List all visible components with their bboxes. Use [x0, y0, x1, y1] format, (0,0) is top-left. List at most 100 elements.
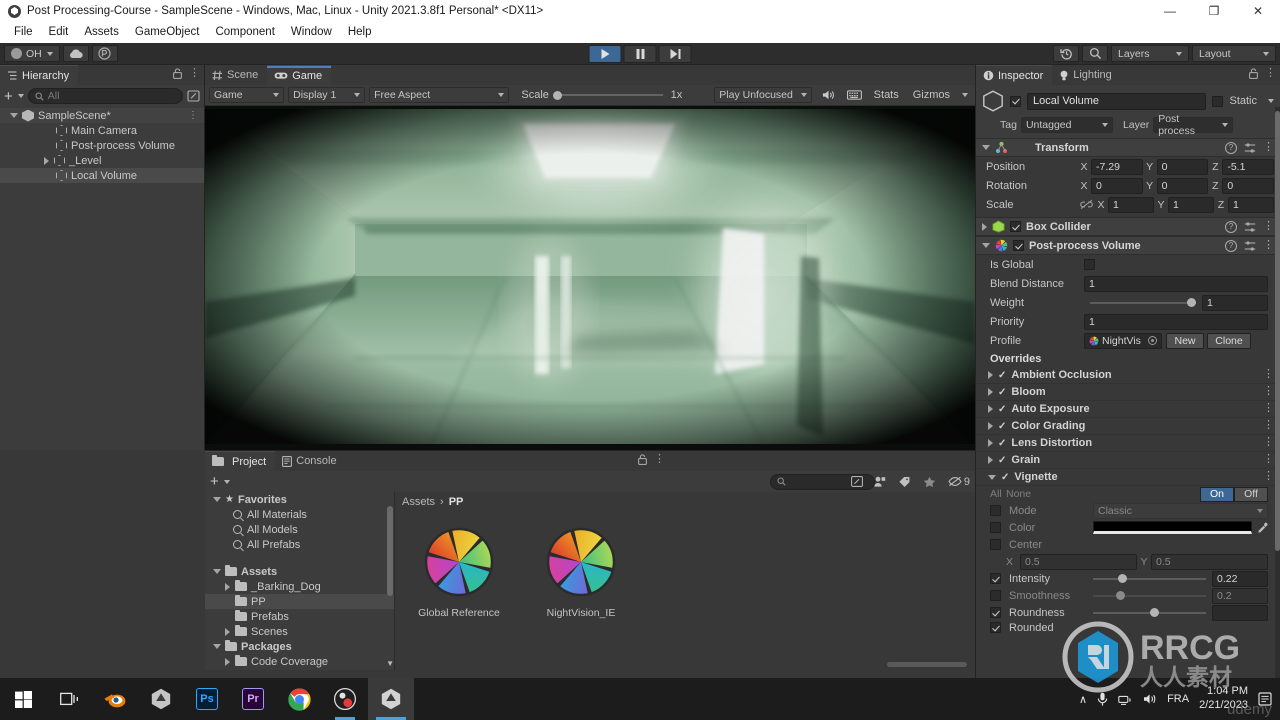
weight-input[interactable]: 1: [1202, 294, 1268, 311]
override-check-icon[interactable]: ✓: [998, 370, 1006, 381]
override-vignette[interactable]: ✓ Vignette ⋮: [976, 469, 1280, 486]
chevron-right-icon[interactable]: [225, 657, 230, 666]
render-doc-icon[interactable]: [846, 89, 862, 101]
aspect-dropdown[interactable]: Free Aspect: [369, 87, 510, 103]
gameobject-enabled-checkbox[interactable]: [1010, 95, 1021, 107]
kebab-menu-icon[interactable]: ⋮: [1263, 454, 1274, 465]
inspector-scrollbar[interactable]: [1275, 107, 1280, 720]
override-check-icon[interactable]: ✓: [998, 387, 1006, 398]
link-broken-icon[interactable]: [1080, 199, 1093, 210]
preset-icon[interactable]: [1244, 221, 1256, 233]
menu-item-gameobject[interactable]: GameObject: [127, 22, 208, 43]
vignette-mode-checkbox[interactable]: [990, 505, 1001, 516]
scale-z-input[interactable]: 1: [1228, 196, 1274, 213]
asset-item-nightvision-ie[interactable]: NightVision_IE: [531, 523, 631, 619]
scale-slider[interactable]: [552, 90, 663, 100]
chevron-down-icon[interactable]: [1268, 99, 1274, 103]
kebab-menu-icon[interactable]: ⋮: [1263, 437, 1274, 448]
kebab-menu-icon[interactable]: ⋮: [654, 453, 665, 464]
menu-item-assets[interactable]: Assets: [76, 22, 127, 43]
project-tree-scenes[interactable]: Scenes: [205, 624, 394, 639]
override-check-icon[interactable]: ✓: [998, 421, 1006, 432]
collab-button[interactable]: [91, 45, 118, 62]
vignette-roundness-input[interactable]: [1212, 604, 1268, 621]
vignette-color-swatch[interactable]: [1093, 521, 1252, 534]
vignette-center-x-input[interactable]: 0.5: [1020, 553, 1137, 570]
weight-slider[interactable]: [1090, 298, 1196, 307]
hierarchy-visibility-icon[interactable]: [187, 90, 200, 102]
game-view-render[interactable]: [205, 106, 975, 450]
scale-x-input[interactable]: 1: [1108, 196, 1154, 213]
menu-item-edit[interactable]: Edit: [41, 22, 77, 43]
scale-y-input[interactable]: 1: [1168, 196, 1214, 213]
unity-hub-app[interactable]: [138, 678, 184, 720]
asset-zoom-slider-bar[interactable]: [887, 662, 967, 667]
priority-input[interactable]: 1: [1084, 313, 1268, 330]
chevron-right-icon[interactable]: [988, 422, 993, 430]
project-open-window-icon[interactable]: [850, 476, 863, 487]
override-check-icon[interactable]: ✓: [998, 404, 1006, 415]
tab-console[interactable]: Console: [275, 451, 346, 471]
menu-item-file[interactable]: File: [6, 22, 41, 43]
tab-scene[interactable]: Scene: [205, 65, 268, 85]
chevron-down-icon[interactable]: [988, 474, 996, 480]
lock-icon[interactable]: [173, 68, 182, 79]
vignette-intensity-checkbox[interactable]: [990, 573, 1001, 584]
vignette-on-button[interactable]: On: [1200, 486, 1234, 502]
rotation-y-input[interactable]: 0: [1156, 177, 1209, 194]
vignette-none-label[interactable]: None: [1006, 488, 1031, 500]
project-tree-barking-dog[interactable]: _Barking_Dog: [205, 579, 394, 594]
vignette-roundness-checkbox[interactable]: [990, 607, 1001, 618]
kebab-menu-icon[interactable]: ⋮: [1263, 220, 1274, 231]
tab-game[interactable]: Game: [267, 65, 332, 85]
photoshop-app[interactable]: Ps: [184, 678, 230, 720]
tray-expand-chevron-icon[interactable]: ∧: [1079, 693, 1087, 706]
project-tree-prefabs[interactable]: Prefabs: [205, 609, 394, 624]
layer-dropdown[interactable]: Post process: [1153, 113, 1234, 137]
chevron-down-icon[interactable]: [10, 113, 18, 118]
project-tree-packages[interactable]: Packages: [205, 639, 394, 654]
hierarchy-item-level[interactable]: _Level: [0, 153, 204, 168]
override-ambient-occlusion[interactable]: ✓ Ambient Occlusion ⋮: [976, 367, 1280, 384]
kebab-menu-icon[interactable]: ⋮: [1265, 67, 1276, 78]
project-tree-code-coverage[interactable]: Code Coverage: [205, 654, 394, 669]
hidden-packages-badge[interactable]: 9: [948, 476, 970, 488]
playmode-focus-dropdown[interactable]: Play Unfocused: [714, 87, 812, 103]
undo-history-button[interactable]: [1053, 45, 1079, 62]
tag-dropdown[interactable]: Untagged: [1020, 117, 1113, 133]
project-tree-pp[interactable]: PP: [205, 594, 394, 609]
position-z-input[interactable]: -5.1: [1222, 158, 1275, 175]
override-check-icon[interactable]: ✓: [1001, 472, 1009, 483]
box-collider-enabled-checkbox[interactable]: [1010, 221, 1021, 232]
filter-favorite-icon[interactable]: [923, 476, 936, 488]
override-check-icon[interactable]: ✓: [998, 455, 1006, 466]
help-icon[interactable]: ?: [1225, 141, 1237, 154]
override-auto-exposure[interactable]: ✓ Auto Exposure ⋮: [976, 401, 1280, 418]
vignette-all-label[interactable]: All: [990, 488, 1006, 500]
vignette-center-y-input[interactable]: 0.5: [1151, 553, 1268, 570]
layout-dropdown[interactable]: Layout: [1192, 45, 1276, 62]
component-header-box-collider[interactable]: Box Collider ? ⋮: [976, 217, 1280, 236]
pause-button[interactable]: [623, 44, 657, 63]
add-gameobject-button[interactable]: +: [4, 89, 24, 104]
chevron-right-icon[interactable]: [988, 439, 993, 447]
premiere-app[interactable]: Pr: [230, 678, 276, 720]
vignette-rounded-checkbox[interactable]: [990, 622, 1001, 633]
project-tree-scrollbar[interactable]: [387, 506, 393, 596]
scale-slider-knob[interactable]: [552, 90, 562, 100]
clock[interactable]: 1:04 PM 2/21/2023: [1199, 685, 1248, 713]
override-lens-distortion[interactable]: ✓ Lens Distortion ⋮: [976, 435, 1280, 452]
vignette-smoothness-slider[interactable]: [1093, 591, 1206, 600]
eyedropper-icon[interactable]: [1257, 522, 1269, 534]
hierarchy-item-main-camera[interactable]: Main Camera: [0, 123, 204, 138]
kebab-menu-icon[interactable]: ⋮: [188, 110, 198, 121]
tab-hierarchy[interactable]: Hierarchy: [0, 65, 79, 85]
project-tree-all-models[interactable]: All Models: [205, 522, 394, 537]
vignette-intensity-input[interactable]: 0.22: [1212, 570, 1268, 587]
override-bloom[interactable]: ✓ Bloom ⋮: [976, 384, 1280, 401]
chevron-down-icon[interactable]: [982, 243, 990, 248]
inspector-scrollbar-thumb[interactable]: [1275, 111, 1280, 551]
obs-app[interactable]: [322, 678, 368, 720]
preset-icon[interactable]: [1244, 142, 1256, 154]
hierarchy-item-local-volume[interactable]: Local Volume: [0, 168, 204, 183]
